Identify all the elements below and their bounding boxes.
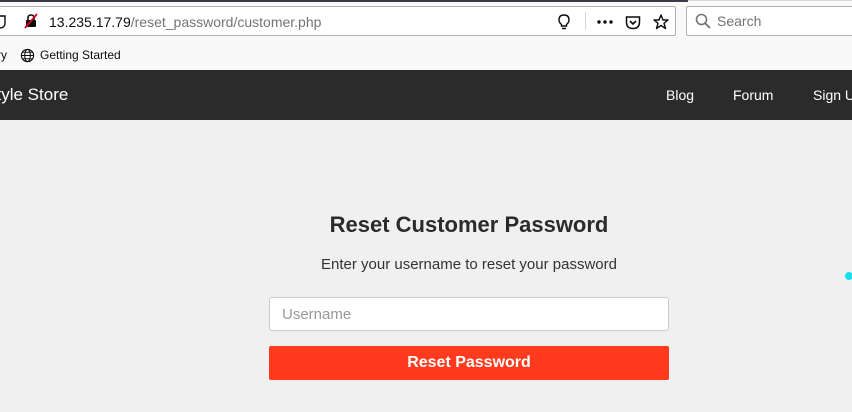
- bookmark-getting-started[interactable]: Getting Started: [20, 46, 121, 64]
- search-bar[interactable]: [686, 6, 852, 36]
- site-brand[interactable]: style Store: [0, 85, 68, 105]
- url-host: 13.235.17.79: [49, 14, 131, 30]
- insecure-lock-icon[interactable]: [23, 13, 39, 29]
- shield-icon[interactable]: [0, 15, 7, 29]
- reset-password-button[interactable]: Reset Password: [269, 346, 669, 380]
- url-path: /reset_password/customer.php: [130, 14, 322, 30]
- search-input[interactable]: [717, 11, 852, 31]
- nav-forum[interactable]: Forum: [733, 86, 773, 104]
- bookmark-label: ry: [0, 48, 7, 62]
- nav-blog[interactable]: Blog: [666, 86, 694, 104]
- bookmark-label: Getting Started: [40, 48, 121, 62]
- username-input[interactable]: [269, 297, 669, 331]
- url-text[interactable]: 13.235.17.79/reset_password/customer.php: [49, 13, 321, 31]
- cursor-indicator: [845, 272, 852, 280]
- globe-icon: [20, 48, 35, 62]
- url-bar-separator: [585, 12, 586, 30]
- star-icon[interactable]: [650, 11, 672, 33]
- pocket-icon[interactable]: [622, 11, 644, 33]
- bookmark-item-partial[interactable]: ry: [0, 46, 7, 64]
- more-horizontal-icon[interactable]: [594, 11, 616, 33]
- page-subtitle: Enter your username to reset your passwo…: [321, 256, 617, 273]
- url-bar[interactable]: 13.235.17.79/reset_password/customer.php: [0, 6, 676, 36]
- bookmarks-toolbar: ry Getting Started: [0, 42, 852, 68]
- lightbulb-icon[interactable]: [553, 11, 575, 33]
- site-header: style Store Blog Forum Sign U: [0, 70, 852, 120]
- active-tab-indicator: [0, 0, 688, 2]
- search-icon: [695, 13, 711, 29]
- browser-chrome: 13.235.17.79/reset_password/customer.php: [0, 0, 852, 70]
- nav-sign-up[interactable]: Sign U: [813, 86, 852, 104]
- page-title: Reset Customer Password: [329, 212, 609, 237]
